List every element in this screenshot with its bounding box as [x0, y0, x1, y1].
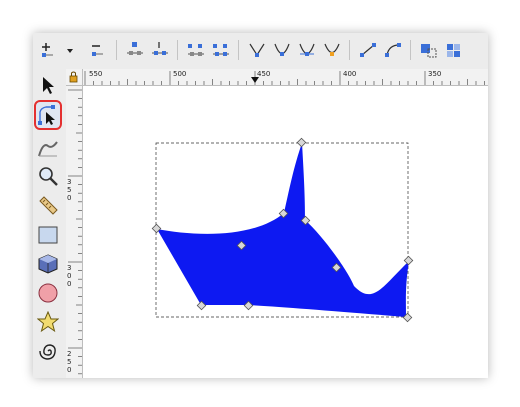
delete-segment-icon[interactable]	[211, 41, 231, 59]
ellipse-tool[interactable]	[35, 280, 61, 306]
drawing-canvas[interactable]	[83, 86, 488, 378]
rectangle-tool[interactable]	[35, 222, 61, 248]
selector-tool-icon	[39, 75, 57, 95]
ruler-label: 0	[67, 272, 72, 280]
delete-node-icon[interactable]	[89, 41, 109, 59]
star-tool[interactable]	[35, 309, 61, 335]
cursor-position-marker	[251, 77, 259, 85]
vertical-ruler: 3 5 0 3 0 0 2 5 0	[66, 86, 83, 378]
node-controls-bar	[33, 33, 488, 66]
ruler-label: 400	[343, 70, 357, 78]
measure-tool[interactable]	[35, 192, 61, 218]
toolbar-separator	[177, 40, 178, 60]
ruler-label: 3	[67, 178, 72, 186]
canvas-drawing	[151, 137, 414, 323]
ruler-label: 550	[89, 70, 103, 78]
smooth-node-icon[interactable]	[272, 41, 292, 59]
stroke-to-path-icon[interactable]	[444, 41, 464, 59]
path-node[interactable]	[296, 137, 307, 148]
ruler-label: 5	[67, 186, 72, 194]
toolbar-separator	[410, 40, 411, 60]
ruler-label: 350	[428, 70, 442, 78]
horizontal-ruler: 550 500 450 400 350	[83, 69, 488, 86]
ruler-label: 2	[67, 350, 72, 358]
tweak-tool[interactable]	[35, 134, 61, 160]
inkscape-window: 550 500 450 400 350 3 5 0 3 0 0 2 5 0	[33, 33, 488, 378]
selector-tool[interactable]	[35, 72, 61, 98]
ruler-label: 0	[67, 194, 72, 202]
3d-box-tool-icon	[37, 253, 59, 275]
rectangle-tool-icon	[37, 224, 59, 246]
ruler-label: 3	[67, 264, 72, 272]
zoom-tool[interactable]	[35, 163, 61, 189]
join-segment-icon[interactable]	[186, 41, 206, 59]
toolbar-separator	[238, 40, 239, 60]
blue-path-shape[interactable]	[157, 143, 409, 317]
symmetric-node-icon[interactable]	[297, 41, 317, 59]
path-node[interactable]	[403, 255, 414, 266]
add-node-icon[interactable]	[39, 41, 59, 59]
node-tool[interactable]	[34, 100, 62, 130]
ruler-label: 500	[173, 70, 187, 78]
toolbar-separator	[349, 40, 350, 60]
ruler-label: 0	[67, 366, 72, 374]
ellipse-tool-icon	[37, 282, 59, 304]
measure-tool-icon	[37, 194, 59, 216]
segment-line-icon[interactable]	[358, 41, 378, 59]
3d-box-tool[interactable]	[35, 251, 61, 277]
ruler-label: 0	[67, 280, 72, 288]
ruler-label: 450	[257, 70, 271, 78]
ruler-corner	[66, 69, 83, 86]
spiral-tool-icon	[37, 340, 59, 362]
cusp-node-icon[interactable]	[247, 41, 267, 59]
break-path-icon[interactable]	[150, 41, 170, 59]
ruler-label: 5	[67, 358, 72, 366]
toolbox	[33, 66, 64, 378]
segment-curve-icon[interactable]	[383, 41, 403, 59]
toolbar-separator	[116, 40, 117, 60]
tweak-tool-icon	[37, 136, 59, 158]
vertical-ruler-ticks	[68, 89, 82, 375]
spiral-tool[interactable]	[35, 338, 61, 364]
zoom-tool-icon	[37, 165, 59, 187]
star-tool-icon	[37, 311, 59, 333]
auto-smooth-node-icon[interactable]	[322, 41, 342, 59]
node-tool-icon	[37, 104, 59, 126]
dropdown-arrow-icon[interactable]	[64, 41, 76, 59]
join-nodes-icon[interactable]	[125, 41, 145, 59]
object-to-path-icon[interactable]	[419, 41, 439, 59]
